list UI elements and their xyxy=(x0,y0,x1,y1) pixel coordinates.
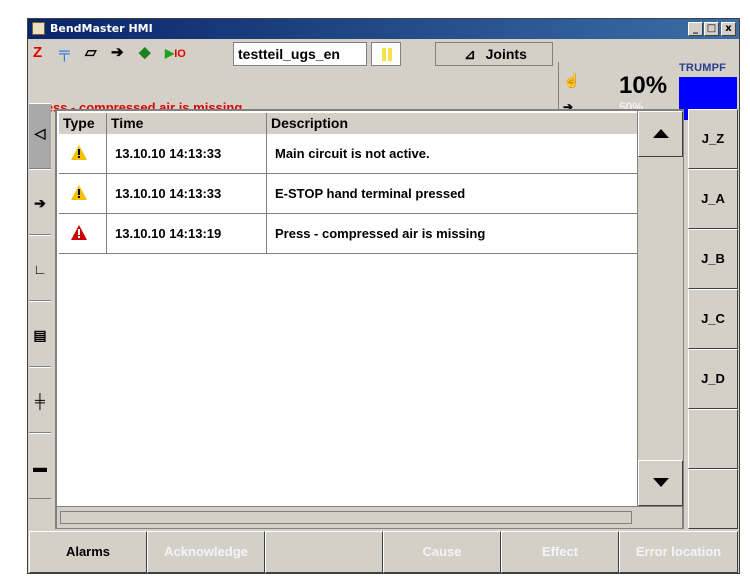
io-label: IO xyxy=(174,48,186,60)
nav-tab-program[interactable]: ▤ xyxy=(29,301,51,367)
nav-tab-tool[interactable]: ▬ xyxy=(29,433,51,499)
hmi-window: BendMaster HMI _ □ x Z ╤ ▱ ➔ ◆ ▶IO testt… xyxy=(27,18,740,574)
col-description[interactable]: Description xyxy=(267,113,638,134)
tool-icon: ▬ xyxy=(33,459,47,475)
joint-button-z[interactable]: J_Z xyxy=(688,109,738,169)
joint-button-b[interactable]: J_B xyxy=(688,229,738,289)
joint-button-empty-2[interactable] xyxy=(688,469,738,529)
nav-tab-step[interactable]: ➔ xyxy=(29,169,51,235)
joint-panel: J_Z J_A J_B J_C J_D xyxy=(688,109,738,529)
close-button[interactable]: x xyxy=(721,22,736,36)
arrow-up-icon xyxy=(653,129,669,138)
table-row[interactable]: 13.10.10 14:13:19 Press - compressed air… xyxy=(59,214,638,254)
scroll-up-button[interactable] xyxy=(638,111,683,157)
pause-bar-right xyxy=(388,48,392,61)
speed-override: 10% xyxy=(619,72,668,99)
empty-button[interactable] xyxy=(265,531,383,573)
joint-button-d[interactable]: J_D xyxy=(688,349,738,409)
arrow-right-icon[interactable]: ➔ xyxy=(111,44,124,62)
type-cell xyxy=(59,174,107,213)
vertical-scrollbar[interactable] xyxy=(637,111,683,506)
arrow-down-icon xyxy=(653,478,669,487)
trumpf-logo: TRUMPF xyxy=(679,62,727,74)
scroll-down-button[interactable] xyxy=(638,460,683,506)
cause-button[interactable]: Cause xyxy=(383,531,501,573)
alarm-list: Type Time Description 13.10.10 14:13:33 … xyxy=(55,109,684,529)
time-cell: 13.10.10 14:13:33 xyxy=(107,134,267,173)
minimize-button[interactable]: _ xyxy=(688,22,703,36)
description-cell: Main circuit is not active. xyxy=(275,146,430,161)
axis-icon: ╪ xyxy=(35,393,45,409)
pause-button[interactable] xyxy=(371,42,401,66)
bend-tool-icon[interactable]: Z xyxy=(33,44,42,62)
mode-selector[interactable]: ⊿ Joints xyxy=(435,42,553,66)
program-name-field[interactable]: testteil_ugs_en xyxy=(233,42,367,66)
description-cell: E-STOP hand terminal pressed xyxy=(275,186,466,201)
error-icon xyxy=(71,225,87,240)
warning-icon xyxy=(71,185,87,200)
table-header: Type Time Description xyxy=(59,113,638,134)
description-cell: Press - compressed air is missing xyxy=(275,226,486,241)
table-row[interactable]: 13.10.10 14:13:33 Main circuit is not ac… xyxy=(59,134,638,174)
io-icon[interactable]: ▶IO xyxy=(165,44,186,62)
window-title: BendMaster HMI xyxy=(50,22,153,35)
action-bar: Alarms Acknowledge Cause Effect Error lo… xyxy=(29,531,738,573)
joint-button-a[interactable]: J_A xyxy=(688,169,738,229)
type-cell xyxy=(59,214,107,253)
joints-icon: ⊿ xyxy=(464,46,476,62)
col-time[interactable]: Time xyxy=(107,113,267,134)
acknowledge-button[interactable]: Acknowledge xyxy=(147,531,265,573)
left-nav: ◁ ➔ ∟ ▤ ╪ ▬ xyxy=(29,103,51,527)
error-location-button[interactable]: Error location xyxy=(619,531,738,573)
time-cell: 13.10.10 14:13:19 xyxy=(107,214,267,253)
list-icon: ▤ xyxy=(33,327,47,343)
title-bar: BendMaster HMI _ □ x xyxy=(28,19,739,39)
joint-button-c[interactable]: J_C xyxy=(688,289,738,349)
nav-tab-alarms[interactable]: ◁ xyxy=(29,103,51,169)
joint-button-empty-1[interactable] xyxy=(688,409,738,469)
hand-icon: ☝ xyxy=(563,72,581,88)
gripper-icon[interactable]: ▱ xyxy=(85,44,97,62)
alarms-button[interactable]: Alarms xyxy=(29,531,147,573)
nav-tab-axis[interactable]: ╪ xyxy=(29,367,51,433)
horizontal-scrollbar[interactable] xyxy=(57,506,682,528)
type-cell xyxy=(59,134,107,173)
axes-icon: ∟ xyxy=(33,261,47,277)
table-row[interactable]: 13.10.10 14:13:33 E-STOP hand terminal p… xyxy=(59,174,638,214)
warning-icon xyxy=(71,145,87,160)
effect-button[interactable]: Effect xyxy=(501,531,619,573)
robot-hand-icon[interactable]: ◆ xyxy=(139,44,151,62)
mode-label: Joints xyxy=(485,46,527,62)
nav-tab-coordinates[interactable]: ∟ xyxy=(29,235,51,301)
horizontal-scroll-thumb[interactable] xyxy=(60,511,632,524)
app-icon xyxy=(32,22,45,35)
pause-bar-left xyxy=(382,48,386,61)
status-toolbar: Z ╤ ▱ ➔ ◆ ▶IO testteil_ugs_en ⊿ Joints P… xyxy=(29,40,738,120)
collapse-icon: ◁ xyxy=(34,125,46,141)
time-cell: 13.10.10 14:13:33 xyxy=(107,174,267,213)
maximize-button[interactable]: □ xyxy=(704,22,719,36)
axis-icon[interactable]: ╤ xyxy=(59,44,70,62)
step-icon: ➔ xyxy=(34,195,46,211)
col-type[interactable]: Type xyxy=(59,113,107,134)
